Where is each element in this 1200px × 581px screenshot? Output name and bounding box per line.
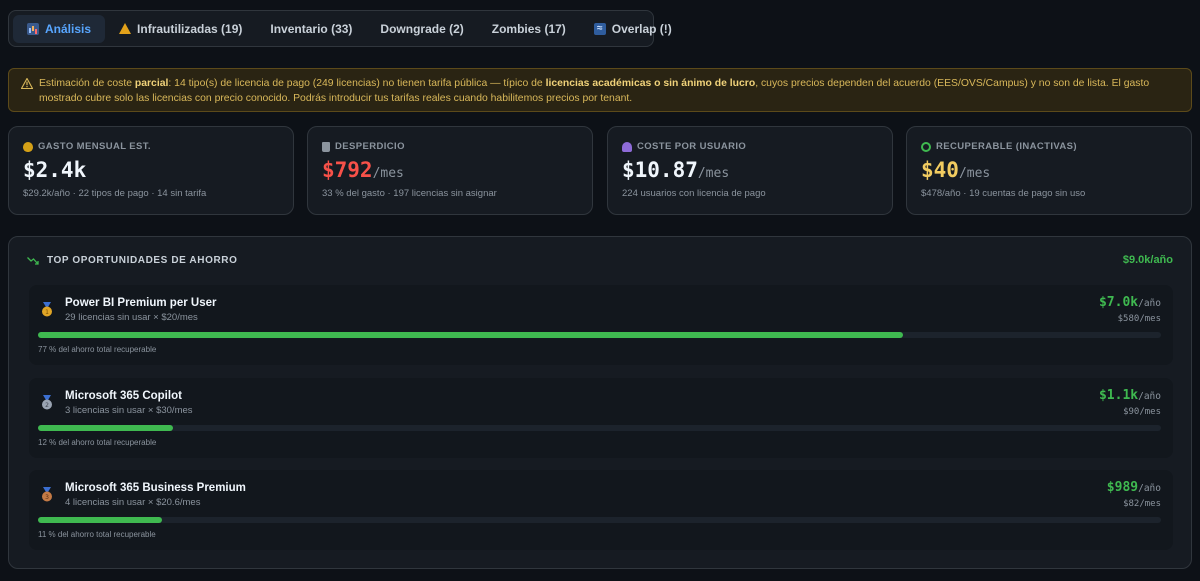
card-value: $792/mes [322, 158, 404, 182]
card-value: $40/mes [921, 158, 991, 182]
opportunity-share-label: 12 % del ahorro total recuperable [38, 438, 157, 447]
money-bag-icon [23, 141, 33, 152]
stat-card-waste: DESPERDICIO $792/mes 33 % del gasto · 19… [307, 126, 593, 215]
opportunity-amount: $989/año [1106, 480, 1161, 495]
stat-card-cost-per-user: COSTE POR USUARIO $10.87/mes 224 usuario… [607, 126, 893, 215]
panel-title: TOP OPORTUNIDADES DE AHORRO [47, 255, 238, 266]
card-label: RECUPERABLE (INACTIVAS) [936, 141, 1077, 152]
banner-bold: parcial [134, 78, 169, 89]
opportunity-share-label: 11 % del ahorro total recuperable [38, 530, 156, 539]
card-subtext: $478/año · 19 cuentas de pago sin uso [921, 188, 1086, 199]
card-subtext: $29.2k/año · 22 tipos de pago · 14 sin t… [23, 188, 207, 199]
opportunity-name: Power BI Premium per User [65, 297, 217, 309]
savings-progress-fill [38, 332, 903, 338]
savings-progress-track [38, 517, 1161, 523]
card-value: $2.4k [23, 158, 87, 182]
trash-icon [322, 141, 330, 152]
opportunity-amount: $1.1k/año [1098, 388, 1161, 403]
stat-card-monthly-spend: GASTO MENSUAL EST. $2.4k $29.2k/año · 22… [8, 126, 294, 215]
tab-label: Infrautilizadas (19) [137, 21, 243, 36]
banner-text: : 14 tipo(s) de licencia de pago (249 li… [168, 78, 546, 89]
recycle-icon [921, 141, 931, 152]
opportunity-row[interactable]: 2 Microsoft 365 Copilot 3 licencias sin … [29, 378, 1173, 458]
opportunity-row[interactable]: 3 Microsoft 365 Business Premium 4 licen… [29, 470, 1173, 550]
opportunity-name: Microsoft 365 Business Premium [65, 482, 246, 494]
savings-progress-fill [38, 425, 173, 431]
tab-bar: Análisis Infrautilizadas (19) Inventario… [8, 10, 672, 47]
savings-progress-track [38, 332, 1161, 338]
opportunity-monthly: $580/mes [1117, 314, 1161, 324]
svg-text:2: 2 [45, 402, 49, 409]
warning-icon [119, 23, 132, 35]
opportunity-name: Microsoft 365 Copilot [65, 390, 182, 402]
opportunity-monthly: $82/mes [1123, 499, 1161, 509]
card-label: GASTO MENSUAL EST. [38, 141, 151, 152]
tab-label: Inventario (33) [270, 21, 353, 36]
banner-bold: licencias académicas o sin ánimo de lucr… [545, 78, 756, 89]
tab-downgrade[interactable]: Downgrade (2) [366, 15, 477, 43]
silver-medal-icon: 2 [42, 395, 52, 410]
card-label: DESPERDICIO [335, 141, 405, 152]
tab-zombies[interactable]: Zombies (17) [478, 15, 580, 43]
tab-label: Overlap (!) [611, 21, 672, 36]
savings-progress-fill [38, 517, 162, 523]
tab-analisis[interactable]: Análisis [13, 14, 106, 43]
opportunity-share-label: 77 % del ahorro total recuperable [38, 345, 157, 354]
card-label: COSTE POR USUARIO [637, 141, 747, 152]
opportunity-row[interactable]: 1 Power BI Premium per User 29 licencias… [29, 285, 1173, 365]
tab-label: Zombies (17) [491, 21, 566, 36]
tab-label: Análisis [45, 21, 92, 36]
warning-icon [21, 78, 33, 89]
svg-text:1: 1 [45, 309, 49, 316]
tab-inventario[interactable]: Inventario (33) [256, 15, 366, 43]
gold-medal-icon: 1 [42, 302, 52, 317]
trend-down-icon [27, 256, 39, 265]
opportunity-amount: $7.0k/año [1098, 295, 1161, 310]
partial-cost-warning: Estimación de coste parcial: 14 tipo(s) … [8, 68, 1192, 112]
opportunity-monthly: $90/mes [1123, 407, 1161, 417]
opportunity-detail: 3 licencias sin usar × $30/mes [65, 405, 193, 416]
stat-card-recoverable: RECUPERABLE (INACTIVAS) $40/mes $478/año… [906, 126, 1192, 215]
savings-opportunities-panel: TOP OPORTUNIDADES DE AHORRO $9.0k/año 1 … [8, 236, 1192, 569]
bronze-medal-icon: 3 [42, 487, 52, 502]
svg-text:3: 3 [45, 494, 49, 501]
tab-infrautilizadas[interactable]: Infrautilizadas (19) [105, 15, 256, 43]
user-icon [622, 141, 632, 152]
card-subtext: 224 usuarios con licencia de pago [622, 188, 766, 199]
banner-text: Estimación de coste [39, 78, 135, 89]
card-subtext: 33 % del gasto · 197 licencias sin asign… [322, 188, 497, 199]
tab-label: Downgrade (2) [380, 21, 464, 36]
total-savings: $9.0k/año [1122, 254, 1173, 266]
opportunity-detail: 29 licencias sin usar × $20/mes [65, 312, 198, 323]
opportunity-detail: 4 licencias sin usar × $20.6/mes [65, 497, 201, 508]
chart-icon [27, 22, 39, 35]
overlap-icon: ≈ [593, 22, 606, 35]
savings-progress-track [38, 425, 1161, 431]
card-value: $10.87/mes [622, 158, 730, 182]
tab-overlap[interactable]: ≈ Overlap (!) [580, 15, 686, 43]
